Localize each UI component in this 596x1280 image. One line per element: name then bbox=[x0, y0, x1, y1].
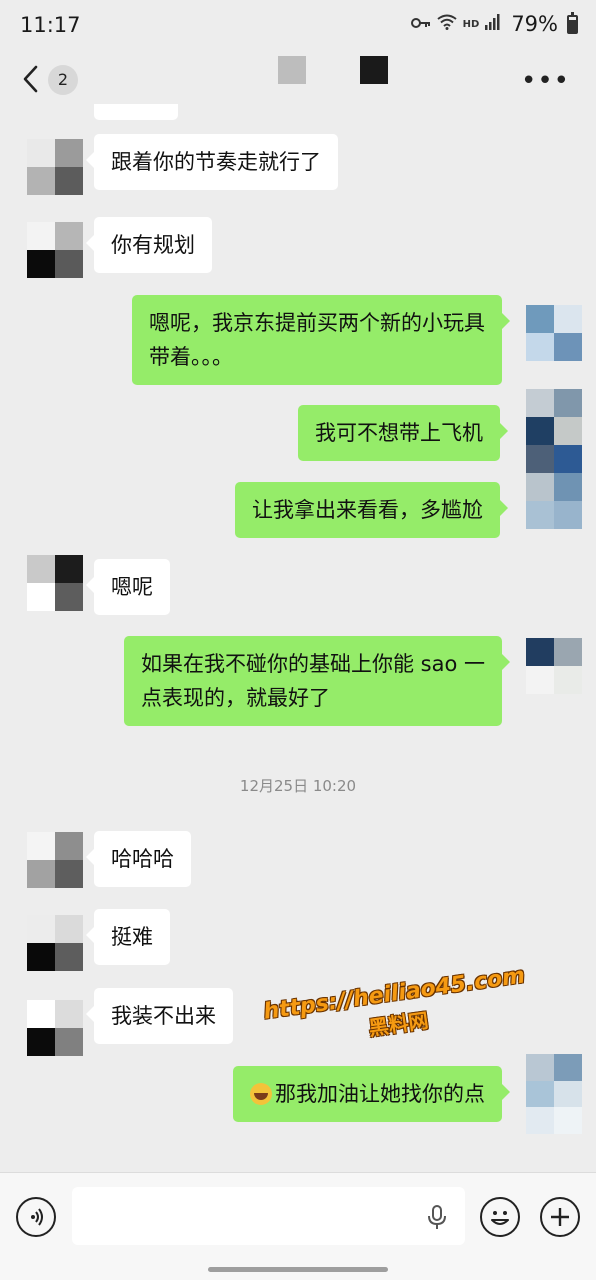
battery-fill bbox=[569, 19, 576, 32]
chat-title-censored bbox=[278, 56, 388, 84]
emoji-button[interactable] bbox=[480, 1197, 520, 1237]
message-bubble[interactable]: 那我加油让她找你的点 bbox=[233, 1066, 510, 1122]
message-bubble[interactable]: 嗯呢，我京东提前买两个新的小玩具 带着。。。 bbox=[132, 295, 510, 385]
partial-message-bubble bbox=[94, 104, 178, 120]
message-text: 那我加油让她找你的点 bbox=[275, 1082, 485, 1106]
message-bubble[interactable]: 让我拿出来看看，多尴尬 bbox=[235, 482, 508, 538]
more-options-icon[interactable]: ••• bbox=[521, 66, 570, 96]
battery-icon bbox=[567, 11, 578, 34]
message-input[interactable] bbox=[72, 1187, 465, 1245]
avatar[interactable] bbox=[27, 915, 83, 971]
avatar[interactable] bbox=[526, 389, 582, 529]
signal-icon bbox=[485, 14, 501, 34]
message-bubble[interactable]: 我可不想带上飞机 bbox=[298, 405, 508, 461]
avatar[interactable] bbox=[27, 222, 83, 278]
status-time: 11:17 bbox=[20, 13, 81, 37]
message-bubble[interactable]: 嗯呢 bbox=[86, 559, 170, 615]
laughing-emoji-icon bbox=[250, 1083, 272, 1105]
home-indicator[interactable] bbox=[208, 1267, 388, 1272]
message-bubble[interactable]: 跟着你的节奏走就行了 bbox=[86, 134, 338, 190]
message-bubble[interactable]: 如果在我不碰你的基础上你能 sao 一 点表现的，就最好了 bbox=[123, 636, 511, 726]
message-bubble[interactable]: 挺难 bbox=[86, 909, 170, 965]
more-functions-button[interactable] bbox=[540, 1197, 580, 1237]
microphone-icon[interactable] bbox=[426, 1205, 448, 1231]
plus-icon bbox=[551, 1208, 569, 1226]
message-bubble[interactable]: 哈哈哈 bbox=[86, 831, 191, 887]
timestamp: 12月25日 10:20 bbox=[239, 777, 357, 795]
key-icon bbox=[410, 15, 431, 33]
network-label: HD bbox=[462, 18, 480, 30]
avatar[interactable] bbox=[27, 1000, 83, 1056]
status-bar: 11:17 HD 79% bbox=[0, 0, 596, 54]
chat-header: 2 ••• bbox=[0, 54, 596, 104]
back-icon[interactable] bbox=[20, 64, 44, 94]
smiley-icon bbox=[491, 1211, 509, 1225]
avatar[interactable] bbox=[526, 305, 582, 361]
wifi-icon bbox=[437, 14, 457, 34]
voice-icon bbox=[31, 1208, 43, 1226]
avatar[interactable] bbox=[27, 832, 83, 888]
battery-percent: 79% bbox=[511, 12, 558, 36]
input-bar bbox=[0, 1172, 596, 1280]
status-icons: HD 79% bbox=[410, 11, 578, 36]
message-bubble[interactable]: 你有规划 bbox=[86, 217, 212, 273]
avatar[interactable] bbox=[526, 638, 582, 694]
censor-block bbox=[278, 56, 306, 84]
censor-block bbox=[360, 56, 388, 84]
message-bubble[interactable]: 我装不出来 bbox=[86, 988, 233, 1044]
unread-badge[interactable]: 2 bbox=[48, 65, 78, 95]
avatar[interactable] bbox=[27, 139, 83, 195]
avatar[interactable] bbox=[27, 555, 83, 611]
avatar[interactable] bbox=[526, 1054, 582, 1134]
voice-input-button[interactable] bbox=[16, 1197, 56, 1237]
